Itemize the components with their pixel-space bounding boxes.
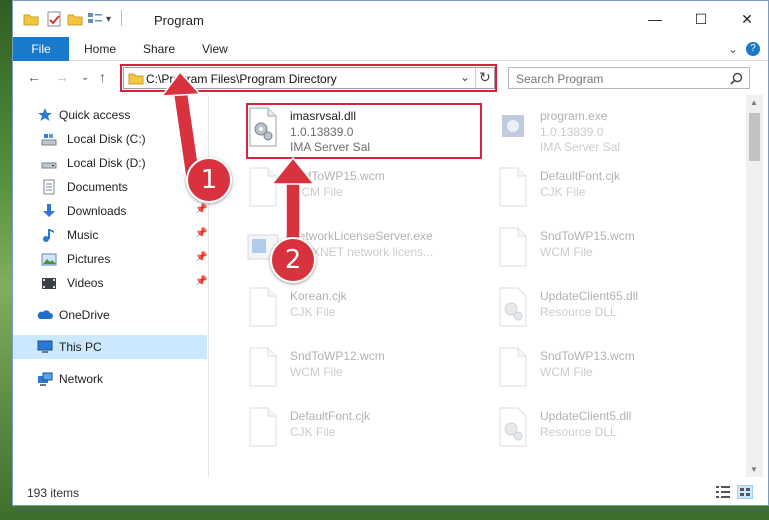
arrow-head-2	[270, 156, 316, 185]
step-1-callout: 1	[186, 157, 232, 203]
step-2-callout: 2	[270, 237, 316, 283]
arrow-head-1	[160, 70, 202, 97]
annotation-arrows	[160, 70, 316, 241]
